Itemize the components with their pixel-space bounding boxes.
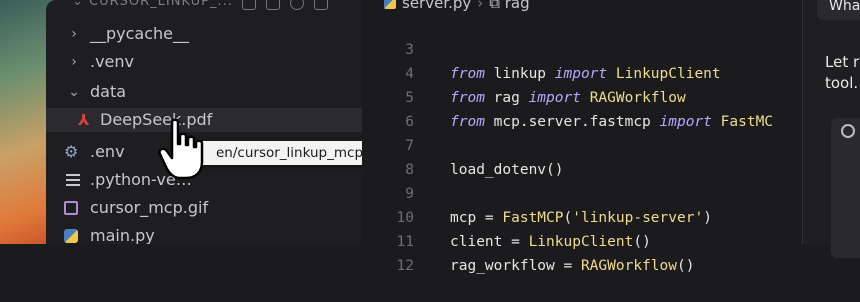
tree-item-label: cursor_mcp.gif bbox=[90, 198, 209, 217]
hand-cursor-icon bbox=[158, 118, 204, 180]
python-icon bbox=[384, 0, 396, 9]
code-line: 10 client = LinkupClient() bbox=[396, 210, 651, 250]
code-line: 9 mcp = FastMCP('linkup-server') bbox=[405, 186, 712, 226]
image-icon bbox=[64, 201, 78, 215]
code-editor[interactable]: server.py › ⧉ rag 3 from linkup import Lin… bbox=[362, 0, 802, 274]
tree-item-data[interactable]: ⌄ data bbox=[46, 80, 362, 104]
workspace-title: CURSOR_LINKUP_... bbox=[89, 0, 233, 9]
code-line: 8 bbox=[405, 162, 414, 178]
chat-panel: Wha Let r tool. bbox=[802, 0, 860, 258]
chat-message-line: Let r bbox=[825, 53, 860, 71]
code-line: 5 from mcp.server.fastmcp import FastMC bbox=[405, 90, 774, 130]
tree-item-label: main.py bbox=[90, 226, 155, 244]
chat-message-line: tool. bbox=[825, 74, 859, 92]
tab-file-name: server.py bbox=[402, 0, 472, 12]
tool-status-icon bbox=[841, 124, 855, 138]
tree-item-label: __pycache__ bbox=[90, 24, 190, 43]
new-file-icon[interactable] bbox=[242, 0, 256, 10]
code-line: 7 load_dotenv() bbox=[405, 138, 564, 178]
explorer-actions bbox=[242, 0, 328, 10]
collapse-all-icon[interactable] bbox=[314, 0, 328, 10]
code-line: 12 bbox=[396, 258, 414, 274]
tree-item-main-py[interactable]: main.py bbox=[46, 224, 362, 244]
tab-symbol-name: rag bbox=[504, 0, 530, 12]
refresh-icon[interactable] bbox=[290, 0, 304, 10]
chat-input[interactable]: Wha bbox=[817, 0, 860, 20]
code-line: 11 rag_workflow = RAGWorkflow() bbox=[396, 234, 695, 274]
tree-item-label: .venv bbox=[90, 52, 135, 71]
chevron-down-icon[interactable]: ⌄ bbox=[72, 0, 89, 9]
gear-icon: ⚙ bbox=[64, 142, 79, 161]
tree-item-label: .env bbox=[90, 142, 125, 161]
new-folder-icon[interactable] bbox=[266, 0, 280, 10]
text-file-icon bbox=[66, 174, 80, 188]
tree-item-venv[interactable]: › .venv bbox=[46, 50, 362, 74]
chevron-right-icon: › bbox=[71, 26, 77, 42]
tree-item-label: data bbox=[90, 82, 127, 101]
chevron-right-icon: › bbox=[71, 54, 77, 70]
code-line: 3 from linkup import LinkupClient bbox=[405, 42, 721, 82]
python-icon bbox=[64, 229, 78, 243]
code-line: 4 from rag import RAGWorkflow bbox=[405, 66, 686, 106]
tree-item-cursor-mcp-gif[interactable]: cursor_mcp.gif bbox=[46, 196, 362, 220]
code-line: 6 bbox=[405, 114, 414, 130]
tree-item-pycache[interactable]: › __pycache__ bbox=[46, 22, 362, 46]
chevron-down-icon: ⌄ bbox=[68, 84, 80, 100]
pdf-icon: ⅄ bbox=[78, 111, 90, 129]
tool-call-card[interactable] bbox=[831, 118, 860, 258]
chat-message: Let r tool. bbox=[825, 52, 859, 94]
explorer-header: ⌄ CURSOR_LINKUP_... bbox=[72, 0, 233, 12]
symbol-icon: ⧉ bbox=[489, 0, 505, 12]
